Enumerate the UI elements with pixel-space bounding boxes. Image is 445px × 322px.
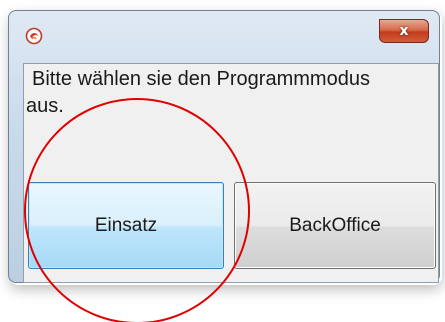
dialog-content: Bitte wählen sie den Programmmodus aus. … [23, 63, 439, 283]
prompt-line-1: Bitte wählen sie den Programmmodus [32, 68, 370, 90]
close-button[interactable]: x [379, 19, 429, 43]
einsatz-button[interactable]: Einsatz [28, 182, 224, 269]
app-swirl-icon [25, 27, 43, 45]
title-bar[interactable]: x [9, 11, 439, 53]
prompt-line-2: aus. [26, 95, 64, 117]
prompt-message: Bitte wählen sie den Programmmodus aus. [26, 66, 426, 120]
backoffice-button[interactable]: BackOffice [234, 182, 436, 269]
mode-selection-dialog: x Bitte wählen sie den Programmmodus aus… [8, 10, 440, 283]
close-icon: x [399, 23, 409, 39]
